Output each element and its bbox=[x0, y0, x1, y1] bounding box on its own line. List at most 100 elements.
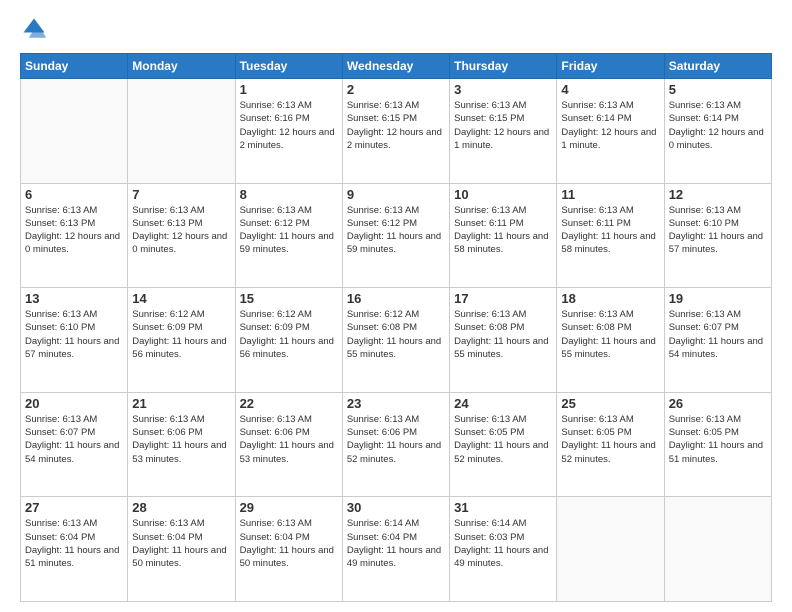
calendar-table: SundayMondayTuesdayWednesdayThursdayFrid… bbox=[20, 53, 772, 602]
weekday-header-sunday: Sunday bbox=[21, 54, 128, 79]
day-info: Sunrise: 6:13 AM Sunset: 6:06 PM Dayligh… bbox=[347, 413, 445, 466]
day-info: Sunrise: 6:13 AM Sunset: 6:16 PM Dayligh… bbox=[240, 99, 338, 152]
calendar-day-cell: 28 Sunrise: 6:13 AM Sunset: 6:04 PM Dayli… bbox=[128, 497, 235, 602]
day-number: 19 bbox=[669, 291, 767, 306]
day-number: 28 bbox=[132, 500, 230, 515]
calendar-day-cell: 18 Sunrise: 6:13 AM Sunset: 6:08 PM Dayli… bbox=[557, 288, 664, 393]
weekday-header-thursday: Thursday bbox=[450, 54, 557, 79]
calendar-day-cell: 20Sunrise: 6:13 AM Sunset: 6:07 PM Dayli… bbox=[21, 392, 128, 497]
day-info: Sunrise: 6:13 AM Sunset: 6:08 PM Dayligh… bbox=[454, 308, 552, 361]
day-info: Sunrise: 6:13 AM Sunset: 6:11 PM Dayligh… bbox=[561, 204, 659, 257]
day-info: Sunrise: 6:13 AM Sunset: 6:05 PM Dayligh… bbox=[561, 413, 659, 466]
day-number: 5 bbox=[669, 82, 767, 97]
calendar-day-cell: 1Sunrise: 6:13 AM Sunset: 6:16 PM Daylig… bbox=[235, 79, 342, 184]
day-number: 24 bbox=[454, 396, 552, 411]
calendar-day-cell bbox=[557, 497, 664, 602]
day-info: Sunrise: 6:14 AM Sunset: 6:04 PM Dayligh… bbox=[347, 517, 445, 570]
day-number: 16 bbox=[347, 291, 445, 306]
day-number: 29 bbox=[240, 500, 338, 515]
day-info: Sunrise: 6:13 AM Sunset: 6:10 PM Dayligh… bbox=[669, 204, 767, 257]
day-number: 14 bbox=[132, 291, 230, 306]
day-number: 12 bbox=[669, 187, 767, 202]
calendar-day-cell: 30 Sunrise: 6:14 AM Sunset: 6:04 PM Dayli… bbox=[342, 497, 449, 602]
calendar-day-cell: 31 Sunrise: 6:14 AM Sunset: 6:03 PM Dayli… bbox=[450, 497, 557, 602]
day-info: Sunrise: 6:13 AM Sunset: 6:14 PM Dayligh… bbox=[669, 99, 767, 152]
day-number: 20 bbox=[25, 396, 123, 411]
calendar-week-row: 1Sunrise: 6:13 AM Sunset: 6:16 PM Daylig… bbox=[21, 79, 772, 184]
day-number: 9 bbox=[347, 187, 445, 202]
calendar-day-cell: 7 Sunrise: 6:13 AM Sunset: 6:13 PM Daylig… bbox=[128, 183, 235, 288]
calendar-week-row: 20Sunrise: 6:13 AM Sunset: 6:07 PM Dayli… bbox=[21, 392, 772, 497]
calendar-day-cell: 23 Sunrise: 6:13 AM Sunset: 6:06 PM Dayli… bbox=[342, 392, 449, 497]
day-number: 8 bbox=[240, 187, 338, 202]
calendar-day-cell: 25 Sunrise: 6:13 AM Sunset: 6:05 PM Dayli… bbox=[557, 392, 664, 497]
day-info: Sunrise: 6:13 AM Sunset: 6:07 PM Dayligh… bbox=[669, 308, 767, 361]
calendar-day-cell: 12 Sunrise: 6:13 AM Sunset: 6:10 PM Dayli… bbox=[664, 183, 771, 288]
logo bbox=[20, 15, 52, 43]
day-info: Sunrise: 6:13 AM Sunset: 6:12 PM Dayligh… bbox=[347, 204, 445, 257]
day-number: 17 bbox=[454, 291, 552, 306]
day-number: 6 bbox=[25, 187, 123, 202]
calendar-day-cell: 8 Sunrise: 6:13 AM Sunset: 6:12 PM Daylig… bbox=[235, 183, 342, 288]
day-info: Sunrise: 6:13 AM Sunset: 6:05 PM Dayligh… bbox=[669, 413, 767, 466]
day-number: 3 bbox=[454, 82, 552, 97]
day-info: Sunrise: 6:13 AM Sunset: 6:13 PM Dayligh… bbox=[132, 204, 230, 257]
day-number: 31 bbox=[454, 500, 552, 515]
calendar-day-cell: 3 Sunrise: 6:13 AM Sunset: 6:15 PM Daylig… bbox=[450, 79, 557, 184]
weekday-header-wednesday: Wednesday bbox=[342, 54, 449, 79]
page: SundayMondayTuesdayWednesdayThursdayFrid… bbox=[0, 0, 792, 612]
day-info: Sunrise: 6:13 AM Sunset: 6:04 PM Dayligh… bbox=[132, 517, 230, 570]
day-info: Sunrise: 6:13 AM Sunset: 6:10 PM Dayligh… bbox=[25, 308, 123, 361]
day-info: Sunrise: 6:12 AM Sunset: 6:09 PM Dayligh… bbox=[132, 308, 230, 361]
calendar-day-cell: 10 Sunrise: 6:13 AM Sunset: 6:11 PM Dayli… bbox=[450, 183, 557, 288]
day-info: Sunrise: 6:13 AM Sunset: 6:04 PM Dayligh… bbox=[25, 517, 123, 570]
weekday-header-tuesday: Tuesday bbox=[235, 54, 342, 79]
calendar-day-cell: 11 Sunrise: 6:13 AM Sunset: 6:11 PM Dayli… bbox=[557, 183, 664, 288]
day-info: Sunrise: 6:13 AM Sunset: 6:06 PM Dayligh… bbox=[240, 413, 338, 466]
day-number: 22 bbox=[240, 396, 338, 411]
calendar-day-cell: 19 Sunrise: 6:13 AM Sunset: 6:07 PM Dayli… bbox=[664, 288, 771, 393]
day-number: 27 bbox=[25, 500, 123, 515]
calendar-day-cell: 26 Sunrise: 6:13 AM Sunset: 6:05 PM Dayli… bbox=[664, 392, 771, 497]
day-info: Sunrise: 6:13 AM Sunset: 6:15 PM Dayligh… bbox=[347, 99, 445, 152]
calendar-day-cell: 5 Sunrise: 6:13 AM Sunset: 6:14 PM Daylig… bbox=[664, 79, 771, 184]
weekday-header-row: SundayMondayTuesdayWednesdayThursdayFrid… bbox=[21, 54, 772, 79]
calendar-day-cell: 21Sunrise: 6:13 AM Sunset: 6:06 PM Dayli… bbox=[128, 392, 235, 497]
day-info: Sunrise: 6:13 AM Sunset: 6:14 PM Dayligh… bbox=[561, 99, 659, 152]
calendar-day-cell: 29 Sunrise: 6:13 AM Sunset: 6:04 PM Dayli… bbox=[235, 497, 342, 602]
day-info: Sunrise: 6:13 AM Sunset: 6:08 PM Dayligh… bbox=[561, 308, 659, 361]
day-info: Sunrise: 6:13 AM Sunset: 6:11 PM Dayligh… bbox=[454, 204, 552, 257]
calendar-day-cell: 4 Sunrise: 6:13 AM Sunset: 6:14 PM Daylig… bbox=[557, 79, 664, 184]
day-info: Sunrise: 6:14 AM Sunset: 6:03 PM Dayligh… bbox=[454, 517, 552, 570]
day-number: 26 bbox=[669, 396, 767, 411]
calendar-day-cell: 22 Sunrise: 6:13 AM Sunset: 6:06 PM Dayli… bbox=[235, 392, 342, 497]
calendar-day-cell: 13Sunrise: 6:13 AM Sunset: 6:10 PM Dayli… bbox=[21, 288, 128, 393]
day-number: 4 bbox=[561, 82, 659, 97]
day-number: 23 bbox=[347, 396, 445, 411]
calendar-day-cell bbox=[128, 79, 235, 184]
day-number: 15 bbox=[240, 291, 338, 306]
calendar-week-row: 13Sunrise: 6:13 AM Sunset: 6:10 PM Dayli… bbox=[21, 288, 772, 393]
day-info: Sunrise: 6:13 AM Sunset: 6:15 PM Dayligh… bbox=[454, 99, 552, 152]
day-info: Sunrise: 6:12 AM Sunset: 6:08 PM Dayligh… bbox=[347, 308, 445, 361]
day-number: 25 bbox=[561, 396, 659, 411]
day-number: 2 bbox=[347, 82, 445, 97]
calendar-day-cell bbox=[664, 497, 771, 602]
calendar-week-row: 6 Sunrise: 6:13 AM Sunset: 6:13 PM Daylig… bbox=[21, 183, 772, 288]
day-info: Sunrise: 6:13 AM Sunset: 6:04 PM Dayligh… bbox=[240, 517, 338, 570]
day-info: Sunrise: 6:13 AM Sunset: 6:13 PM Dayligh… bbox=[25, 204, 123, 257]
day-info: Sunrise: 6:13 AM Sunset: 6:12 PM Dayligh… bbox=[240, 204, 338, 257]
day-number: 21 bbox=[132, 396, 230, 411]
day-number: 18 bbox=[561, 291, 659, 306]
day-number: 7 bbox=[132, 187, 230, 202]
calendar-day-cell: 24Sunrise: 6:13 AM Sunset: 6:05 PM Dayli… bbox=[450, 392, 557, 497]
calendar-week-row: 27 Sunrise: 6:13 AM Sunset: 6:04 PM Dayli… bbox=[21, 497, 772, 602]
calendar-day-cell: 17 Sunrise: 6:13 AM Sunset: 6:08 PM Dayli… bbox=[450, 288, 557, 393]
calendar-day-cell bbox=[21, 79, 128, 184]
day-number: 10 bbox=[454, 187, 552, 202]
calendar-day-cell: 2 Sunrise: 6:13 AM Sunset: 6:15 PM Daylig… bbox=[342, 79, 449, 184]
header bbox=[20, 15, 772, 43]
logo-icon bbox=[20, 15, 48, 43]
day-number: 11 bbox=[561, 187, 659, 202]
day-number: 30 bbox=[347, 500, 445, 515]
